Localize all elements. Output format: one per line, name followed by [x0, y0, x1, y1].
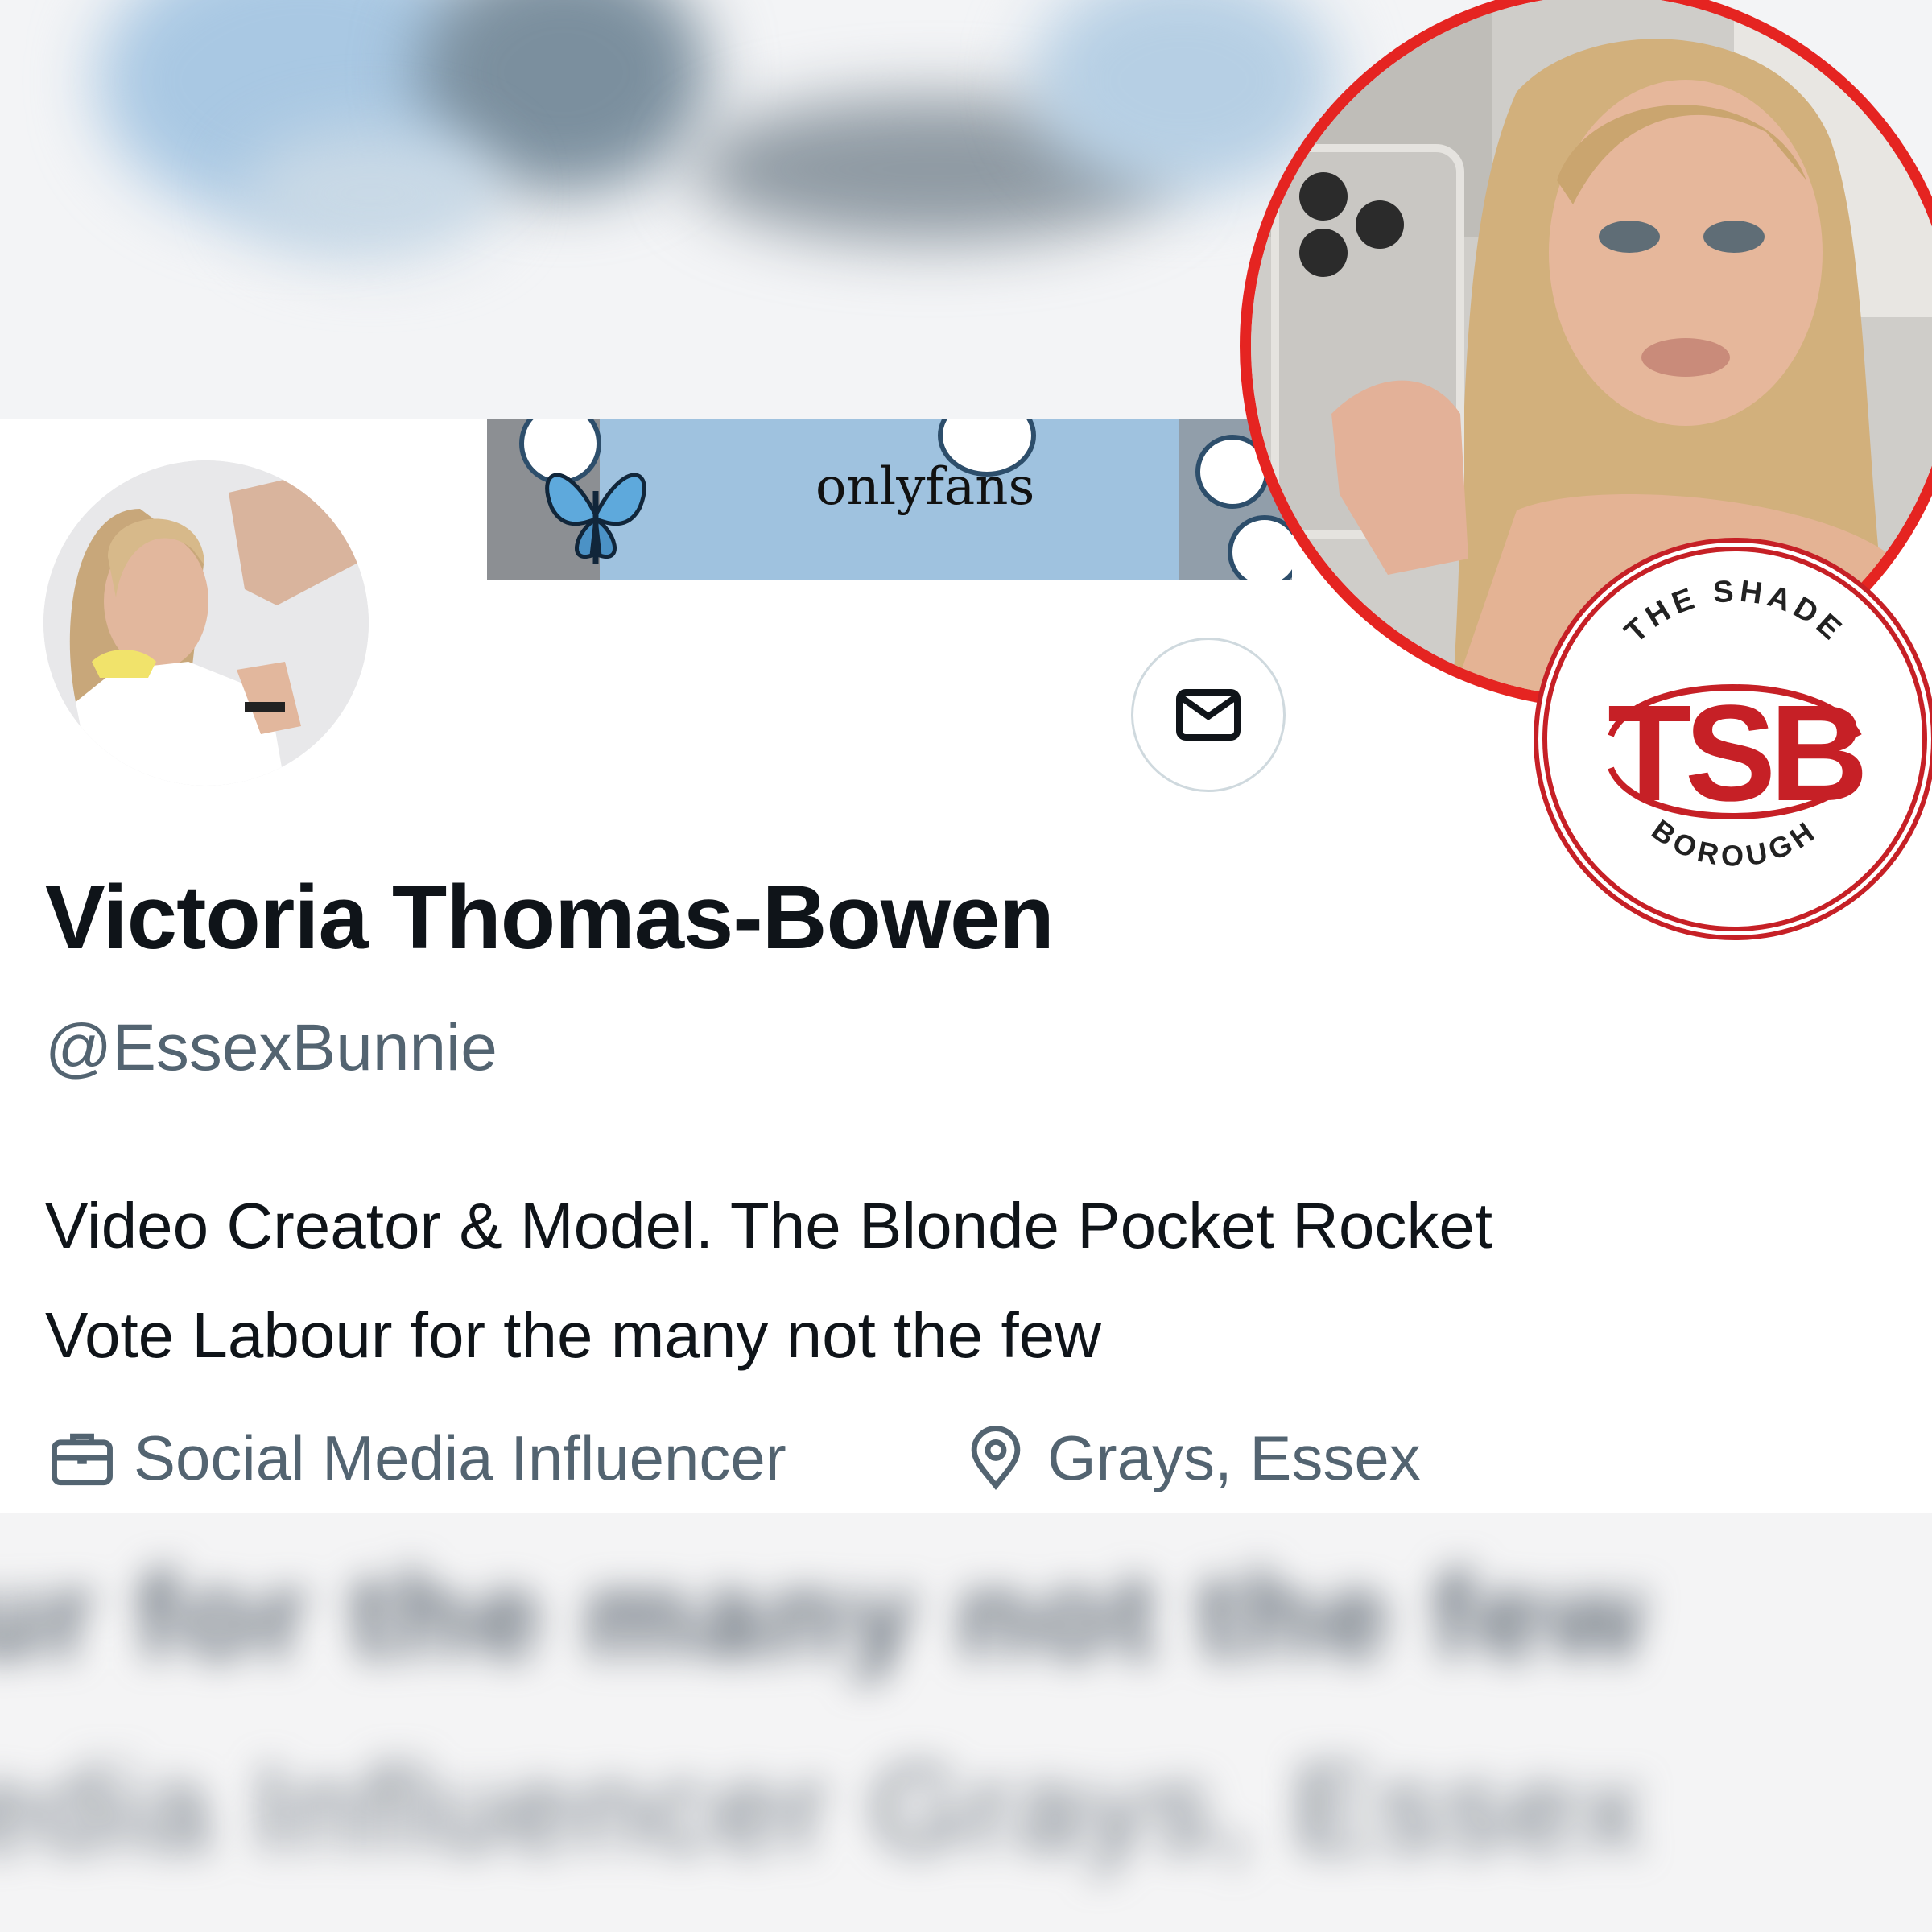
display-name: Victoria Thomas-Bowen	[45, 867, 1055, 968]
location-text: Grays, Essex	[1047, 1422, 1421, 1493]
butterfly-icon	[545, 473, 646, 564]
blurred-bio-line: ur for the many not the few	[0, 1547, 1649, 1682]
message-button[interactable]	[1131, 638, 1286, 792]
blurred-bio-background: ur for the many not the few edia Influen…	[0, 1513, 1932, 1932]
bio-line: Vote Labour for the many not the few	[45, 1299, 1101, 1371]
occupation-text: Social Media Influencer	[134, 1422, 786, 1493]
profile-banner: onlyfans	[487, 419, 1292, 580]
occupation-item: Social Media Influencer	[45, 1421, 786, 1495]
avatar[interactable]	[43, 460, 369, 786]
banner-brand-text: onlyfans	[815, 457, 1035, 517]
location-item: Grays, Essex	[959, 1421, 1421, 1495]
user-handle: @EssexBunnie	[45, 1011, 497, 1084]
mail-icon	[1176, 689, 1241, 741]
profile-bio: Video Creator & Model. The Blonde Pocket…	[45, 1171, 1493, 1390]
profile-card: onlyfans Victoria Thomas-Bowen @EssexBun…	[0, 419, 1497, 1513]
bio-line: Video Creator & Model. The Blonde Pocket…	[45, 1190, 1493, 1261]
tsb-logo: THE SHADE TSB BOROUGH	[1534, 538, 1932, 940]
briefcase-icon	[52, 1433, 113, 1486]
logo-monogram: TSB	[1608, 677, 1863, 830]
blurred-meta-line: edia Influencer Grays, Essex	[0, 1740, 1647, 1876]
location-pin-icon	[971, 1426, 1021, 1491]
